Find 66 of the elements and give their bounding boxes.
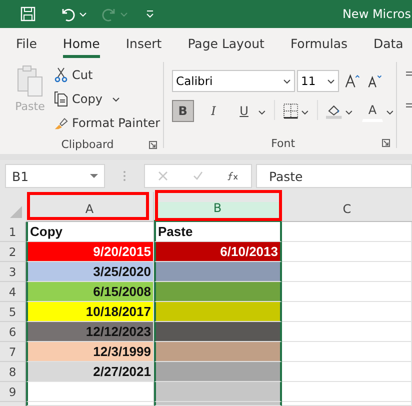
table-cell: 2/27/2021 [26, 362, 154, 382]
row-header[interactable]: 9 [0, 382, 26, 402]
font-name-dropdown[interactable]: Calibri [172, 70, 296, 92]
row-header[interactable]: 8 [0, 362, 26, 382]
caret-icon[interactable] [79, 10, 87, 18]
caret-icon[interactable] [386, 108, 394, 116]
function-icon[interactable] [227, 171, 240, 181]
customize-icon[interactable] [146, 10, 154, 18]
table-cell: 6/15/2008 [26, 282, 154, 302]
decrease-font-size-icon[interactable] [367, 73, 384, 89]
ribbon-tab[interactable]: Page Layout [188, 30, 264, 58]
clipboard-icon [16, 64, 44, 98]
row-header[interactable]: 1 [0, 222, 26, 242]
ribbon-tab[interactable]: Formulas [290, 30, 348, 58]
column-header[interactable]: B [154, 192, 282, 222]
borders-icon[interactable] [282, 103, 298, 119]
align-icon[interactable] [406, 70, 412, 110]
bold-button[interactable]: B [172, 100, 194, 122]
save-icon[interactable] [20, 6, 36, 22]
increase-font-size-icon[interactable] [345, 73, 362, 89]
name-box[interactable]: B1 [5, 164, 105, 188]
check-icon[interactable] [192, 171, 204, 181]
ribbon-tab[interactable]: Data [374, 30, 404, 58]
format-painter-button[interactable]: Format Painter [54, 112, 160, 134]
caret-icon[interactable] [344, 108, 353, 116]
table-cell: 9/20/2015 [26, 242, 154, 262]
ribbon-tab[interactable]: Home [62, 30, 100, 58]
column-header[interactable]: A [26, 192, 154, 222]
ribbon-tab[interactable]: Insert [126, 30, 162, 58]
table-cell: 12/12/2023 [26, 322, 154, 342]
dialog-launcher-icon[interactable] [149, 141, 158, 149]
row-header[interactable]: 2 [0, 242, 26, 262]
caret-icon[interactable] [301, 108, 310, 116]
scissors-icon [54, 67, 68, 83]
row-header[interactable]: 3 [0, 262, 26, 282]
formula-field[interactable]: Paste [256, 164, 412, 188]
table-cell: 12/3/1999 [26, 342, 154, 362]
window-title: New Micros [342, 7, 411, 21]
copy-button[interactable]: Copy [54, 88, 160, 110]
caret-icon [283, 77, 292, 85]
ribbon-tab[interactable]: File [16, 30, 37, 58]
row-header[interactable]: 7 [0, 342, 26, 362]
italic-button[interactable]: I [202, 100, 224, 122]
table-cell: 10/18/2017 [26, 302, 154, 322]
fill-color-icon[interactable] [326, 103, 342, 119]
table-cell: 3/25/2020 [26, 262, 154, 282]
copy-icon [54, 91, 68, 107]
dialog-launcher-icon[interactable] [382, 139, 390, 147]
font-size-dropdown[interactable]: 11 [297, 70, 340, 92]
undo-icon[interactable] [60, 6, 76, 22]
drag-handle-icon[interactable] [123, 170, 126, 182]
cut-button[interactable]: Cut [54, 64, 160, 86]
group-label: Font [271, 136, 296, 150]
underline-button[interactable]: U [233, 100, 255, 122]
font-color-button[interactable]: A [362, 100, 384, 122]
group-label: Clipboard [61, 138, 114, 150]
table-cell: 6/10/2013 [154, 242, 282, 262]
caret-icon[interactable] [258, 108, 266, 116]
row-header[interactable]: 6 [0, 322, 26, 342]
caret-icon [90, 172, 98, 180]
row-header[interactable]: 4 [0, 282, 26, 302]
paintbrush-icon [54, 115, 68, 131]
column-header[interactable]: C [282, 192, 412, 222]
row-header[interactable]: 5 [0, 302, 26, 322]
caret-icon [327, 77, 336, 85]
caret-icon [112, 95, 120, 103]
